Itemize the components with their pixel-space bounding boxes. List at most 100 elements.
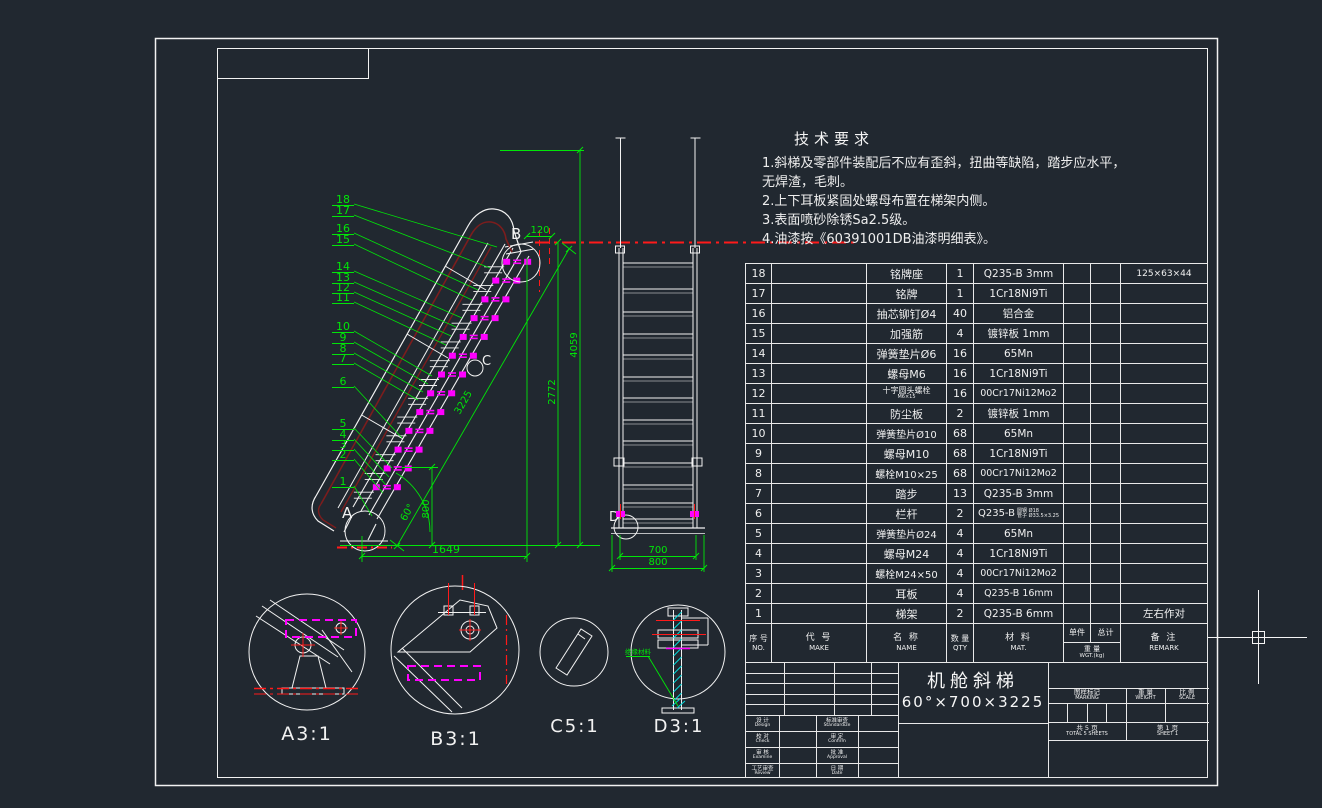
bom-cell: 1 [947, 264, 974, 284]
bom-cell [1091, 504, 1121, 524]
bom-cell: 00Cr17Ni12Mo2 [974, 384, 1064, 404]
bom-cell: 13 [947, 484, 974, 504]
bom-cell [772, 464, 867, 484]
bom-cell: 15 [746, 324, 772, 344]
bom-cell [1121, 324, 1207, 344]
header-no-cn: 序 号 [749, 633, 768, 643]
bom-cell: 1Cr18Ni9Ti [974, 364, 1064, 384]
bom-cell: 4 [947, 324, 974, 344]
side-view-dimensions [340, 150, 705, 572]
bom-cell [1064, 584, 1091, 604]
bom-cell: 125×63×44 [1121, 264, 1207, 284]
bom-cell [1064, 264, 1091, 284]
bom-cell [1121, 444, 1207, 464]
header-qty-en: QTY [952, 643, 968, 652]
signature-label: 工艺审查 Review [751, 765, 774, 776]
header-name-cn: 名 称 [893, 633, 920, 643]
detail-d-note: 绝缘材料 [625, 647, 652, 656]
balloon-number: 6 [340, 375, 347, 388]
bom-cell: 4 [947, 524, 974, 544]
signature-label: 审 核 Examine [752, 749, 773, 760]
bom-cell [1064, 404, 1091, 424]
bom-cell: 2 [746, 584, 772, 604]
bom-cell: 镀锌板 1mm [974, 404, 1064, 424]
marking-en: MARKING [1075, 695, 1099, 702]
bom-cell [772, 444, 867, 464]
signature-label: 设 计 Design [754, 717, 771, 728]
tech-req-line: 2.上下耳板紧固处螺母布置在梯架内侧。 [762, 194, 996, 209]
bom-cell [1091, 404, 1121, 424]
bom-cell: 68 [947, 464, 974, 484]
bom-cell: 6 [746, 504, 772, 524]
bom-cell [1064, 444, 1091, 464]
header-remark-en: REMARK [1149, 644, 1179, 653]
signature-label: 校 对 Check [755, 733, 770, 744]
dim-1649: 1649 [432, 543, 460, 556]
balloon-number: 1 [340, 475, 347, 488]
balloon-number: 7 [340, 352, 347, 365]
bom-cell: 17 [746, 284, 772, 304]
bom-cell: Q235-B 16mm [974, 584, 1064, 604]
title-block: 设 计 Design 标准审查 Standardize 校 对 Check 审 定 Confi… [745, 662, 1209, 778]
bom-cell [1121, 504, 1207, 524]
detail-view-d: 绝缘材料 [625, 604, 726, 714]
cad-viewport[interactable]: A B C D 120 4059 2772 800 1649 60° 3225 … [0, 0, 1322, 808]
front-view [611, 137, 705, 534]
bom-cell [772, 424, 867, 444]
bom-cell [1091, 544, 1121, 564]
detail-label-b: B3:1 [430, 728, 482, 750]
bom-cell: 4 [746, 544, 772, 564]
detail-letter-c: C [482, 354, 491, 369]
bom-cell: 螺母M10 [867, 444, 947, 464]
header-remark-cn: 备 注 [1150, 633, 1178, 643]
bom-cell: 螺母M24 [867, 544, 947, 564]
detail-view-b [390, 583, 520, 715]
bom-cell [1121, 404, 1207, 424]
detail-scale-labels: A3:1 B3:1 C5:1 D3:1 [281, 716, 702, 750]
sheet-number-en: SHEET 1 [1156, 730, 1179, 737]
dim-120: 120 [530, 225, 549, 236]
total-sheets-en: TOTAL 5 SHEETS [1066, 730, 1108, 737]
bom-cell [1064, 324, 1091, 344]
bom-cell: 16 [947, 364, 974, 384]
bom-cell: 1Cr18Ni9Ti [974, 544, 1064, 564]
parts-table: 18 铭牌座 1 Q235-B 3mm 125×63×44 17 铭牌 1 1Cr18Ni9Ti… [745, 263, 1208, 663]
weight-en: WEIGHT [1135, 695, 1156, 702]
bom-cell [1091, 304, 1121, 324]
bom-cell [1091, 344, 1121, 364]
bom-cell: 4 [947, 564, 974, 584]
header-weight-en: WGT.(kg) [1079, 653, 1105, 660]
bom-cell [772, 484, 867, 504]
weight-header: 重 量 WEIGHT [1126, 688, 1165, 703]
bom-cell: 4 [947, 544, 974, 564]
bom-cell [772, 584, 867, 604]
drawing-spec: 60°×700×3225 [901, 693, 1045, 711]
marking-header: 图样标记 MARKING [1048, 688, 1126, 703]
signature-label: 审 定 Confirm [828, 733, 846, 744]
bom-cell: 铭牌座 [867, 264, 947, 284]
bom-cell: 16 [746, 304, 772, 324]
tech-req-line: 1.斜梯及零部件装配后不应有歪斜，扭曲等缺陷，踏步应水平， [762, 156, 1126, 171]
bom-cell [1064, 524, 1091, 544]
bom-cell: 3 [746, 564, 772, 584]
bom-cell [1121, 284, 1207, 304]
detail-letter-b: B [511, 225, 521, 243]
detail-letter-a: A [342, 504, 353, 522]
bom-cell [1064, 364, 1091, 384]
bom-cell: 16 [947, 384, 974, 404]
bom-cell [772, 264, 867, 284]
scale-en: SCALE [1178, 695, 1196, 702]
dim-700: 700 [648, 545, 667, 556]
bom-cell [1121, 524, 1207, 544]
drawing-title: 机舱斜梯 [927, 671, 1019, 692]
bom-cell: 防尘板 [867, 404, 947, 424]
header-weight-cn: 重 量 [1083, 644, 1101, 653]
dim-2772: 2772 [547, 379, 558, 404]
detail-view-c [539, 617, 609, 687]
bom-cell [1091, 564, 1121, 584]
dim-60deg: 60° [399, 502, 417, 523]
bom-cell [1064, 284, 1091, 304]
detail-view-a [248, 593, 366, 711]
bom-cell: 加强筋 [867, 324, 947, 344]
bom-cell: 65Mn [974, 344, 1064, 364]
